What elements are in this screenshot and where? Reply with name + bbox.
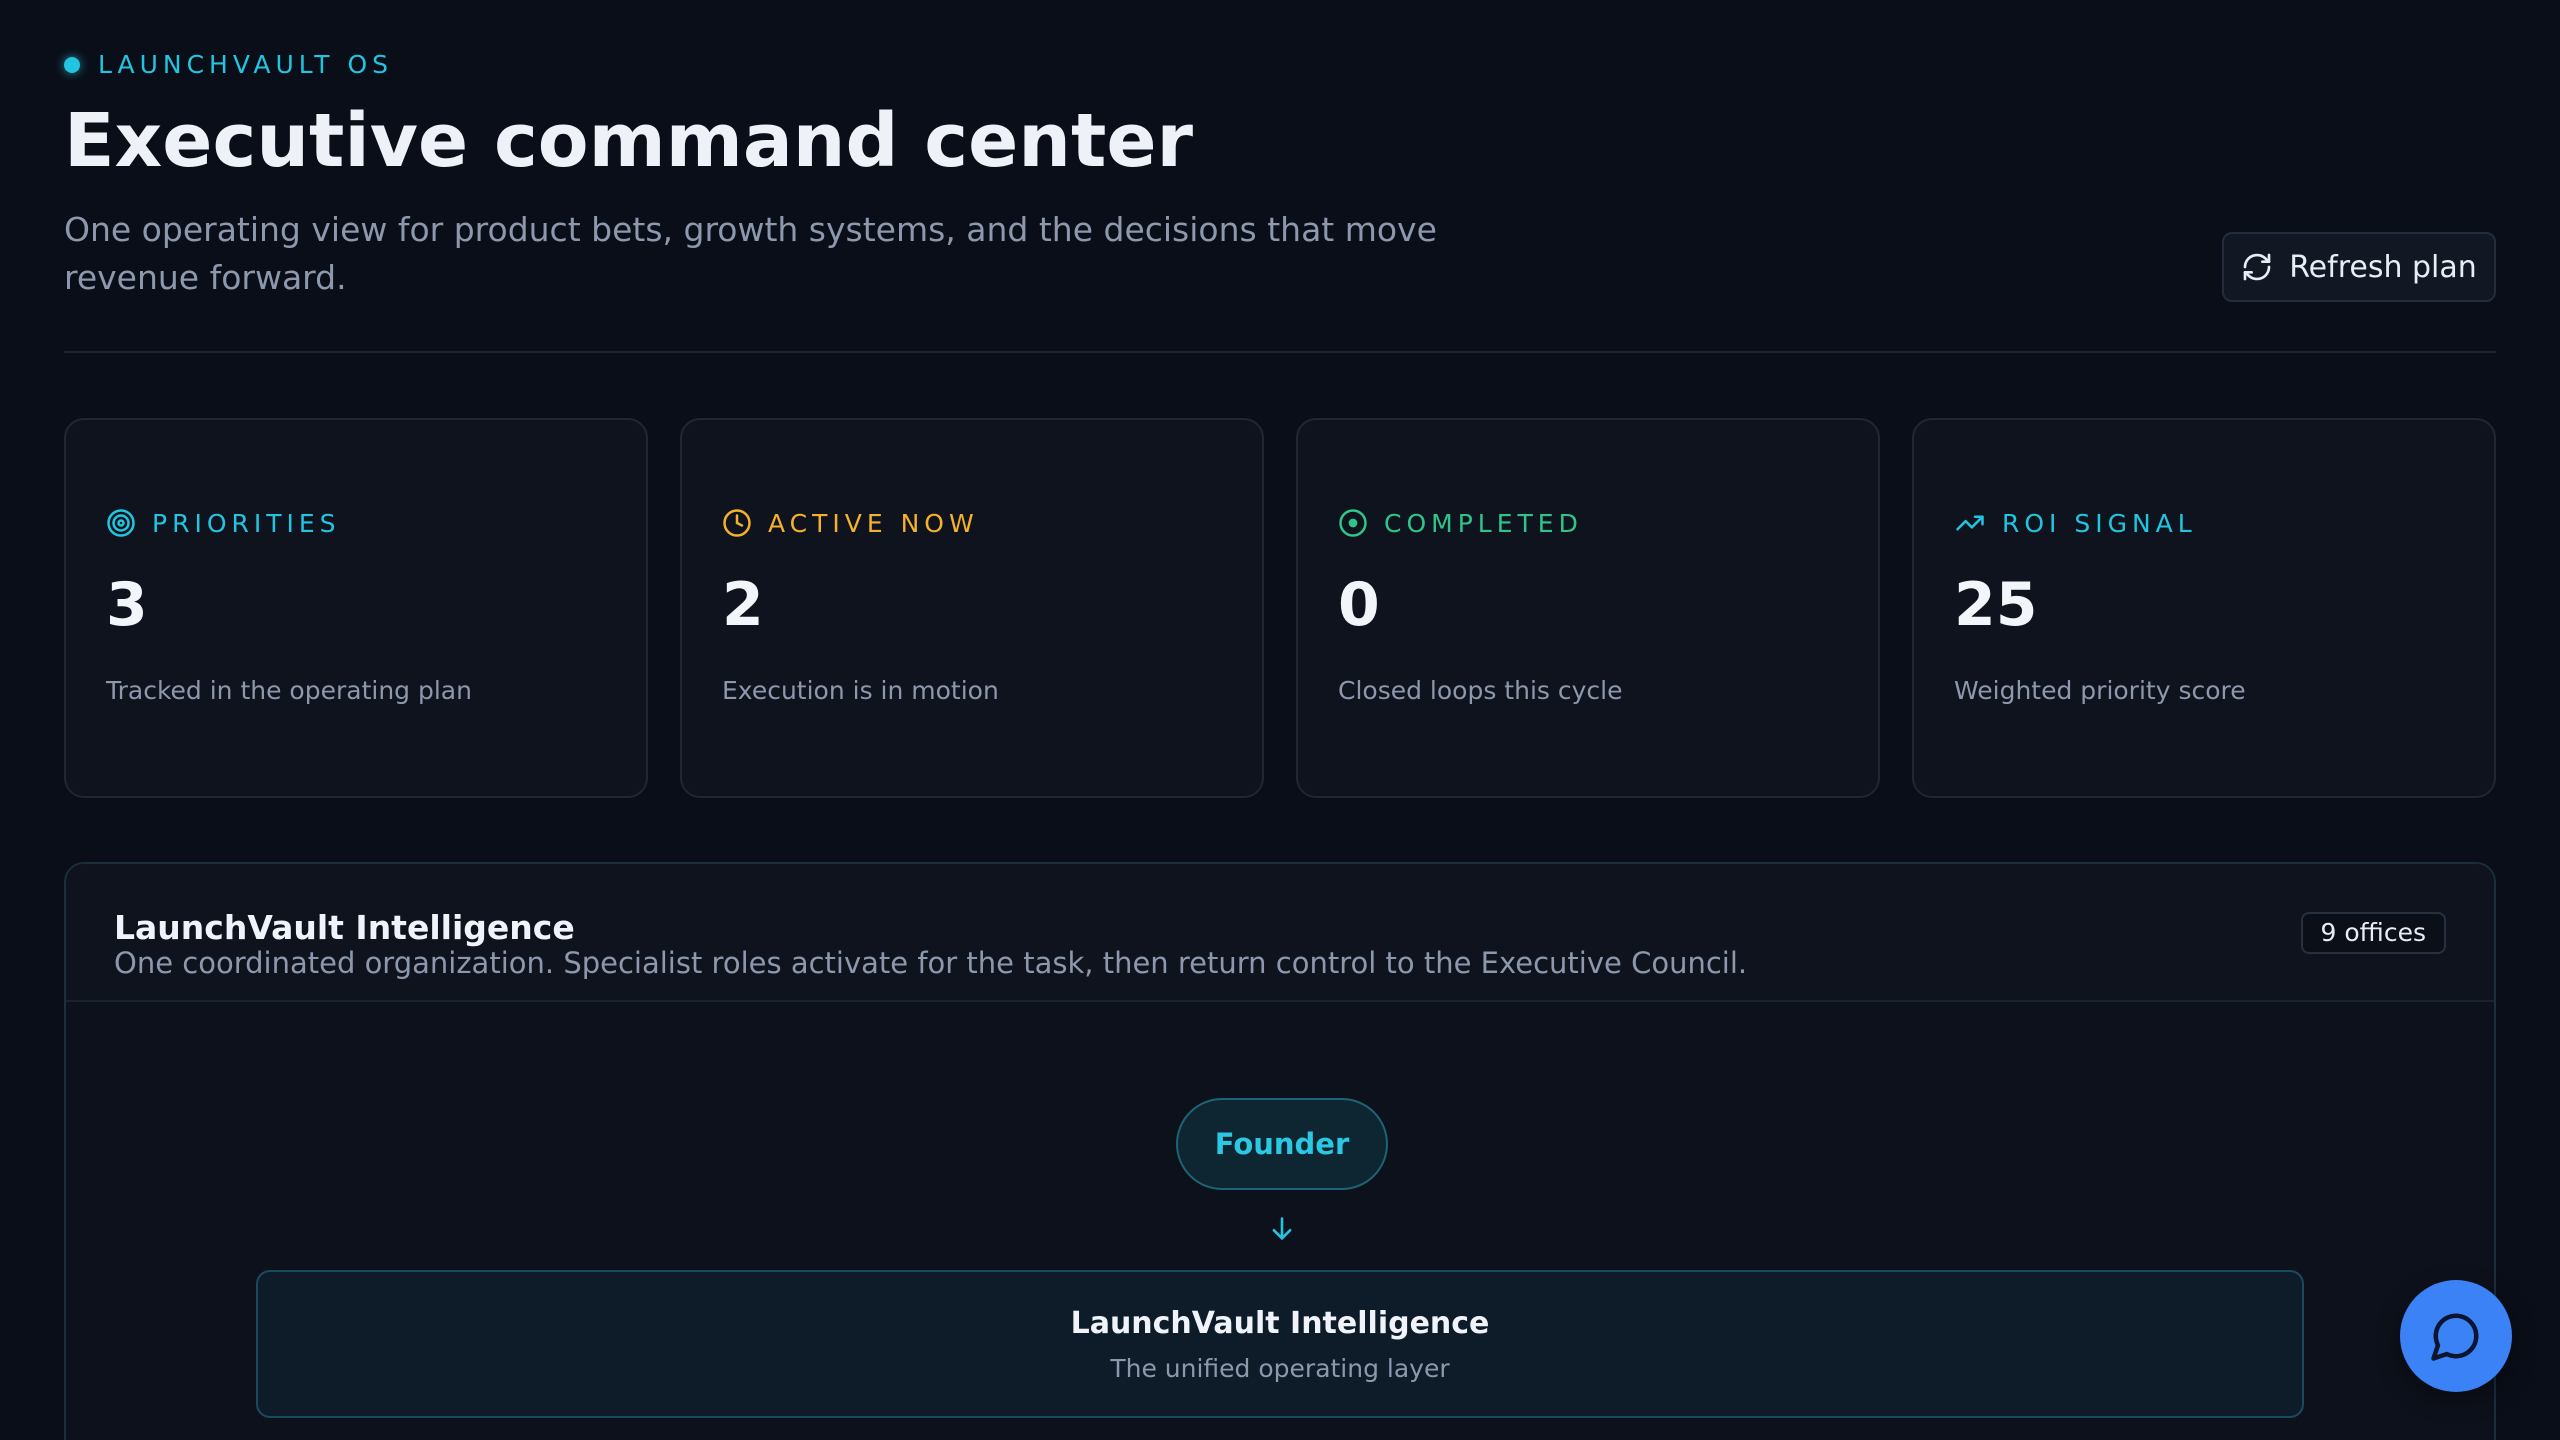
- brand-label: LAUNCHVAULT OS: [98, 50, 394, 79]
- intelligence-core-node[interactable]: LaunchVault Intelligence The unified ope…: [256, 1270, 2304, 1418]
- intelligence-core-title: LaunchVault Intelligence: [1070, 1306, 1490, 1341]
- founder-label: Founder: [1214, 1127, 1350, 1161]
- stat-label: ROI SIGNAL: [2002, 508, 2197, 538]
- stat-description: Weighted priority score: [1954, 676, 2246, 705]
- stat-card-priorities: PRIORITIES 3 Tracked in the operating pl…: [64, 418, 648, 798]
- intelligence-panel-title: LaunchVault Intelligence: [114, 908, 575, 947]
- stat-label-row: ROI SIGNAL: [1954, 508, 2197, 538]
- stat-label-row: ACTIVE NOW: [722, 508, 979, 538]
- refresh-icon: [2243, 253, 2271, 281]
- stat-label-row: COMPLETED: [1338, 508, 1583, 538]
- status-dot-icon: [64, 56, 80, 73]
- intelligence-core-subtitle: The unified operating layer: [1110, 1354, 1450, 1383]
- check-circle-icon: [1339, 509, 1367, 537]
- refresh-plan-button[interactable]: Refresh plan: [2222, 232, 2496, 302]
- stat-value: 3: [106, 570, 148, 640]
- intelligence-panel-description: One coordinated organization. Specialist…: [114, 946, 1748, 980]
- stat-label: COMPLETED: [1384, 508, 1583, 538]
- refresh-plan-label: Refresh plan: [2289, 249, 2477, 285]
- chat-button[interactable]: [2400, 1280, 2512, 1392]
- brand-eyebrow: LAUNCHVAULT OS: [64, 50, 393, 79]
- header-divider: [64, 351, 2496, 353]
- stat-description: Execution is in motion: [722, 676, 999, 705]
- intelligence-panel-header: LaunchVault Intelligence One coordinated…: [66, 864, 2494, 1002]
- page-title: Executive command center: [64, 98, 1194, 184]
- founder-node[interactable]: Founder: [1176, 1098, 1388, 1190]
- trending-up-icon: [1956, 515, 1984, 531]
- stat-card-active-now: ACTIVE NOW 2 Execution is in motion: [680, 418, 1264, 798]
- stat-value: 0: [1338, 570, 1380, 640]
- stat-label-row: PRIORITIES: [106, 508, 341, 538]
- intelligence-panel: LaunchVault Intelligence One coordinated…: [64, 862, 2496, 1440]
- stat-card-roi-signal: ROI SIGNAL 25 Weighted priority score: [1912, 418, 2496, 798]
- stats-row: PRIORITIES 3 Tracked in the operating pl…: [64, 418, 2496, 798]
- page: LAUNCHVAULT OS Executive command center …: [0, 0, 2560, 1440]
- stat-description: Tracked in the operating plan: [106, 676, 472, 705]
- arrow-down-icon: [1272, 1217, 1292, 1240]
- stat-description: Closed loops this cycle: [1338, 676, 1623, 705]
- chat-bubble-icon: [2431, 1313, 2479, 1361]
- stat-card-completed: COMPLETED 0 Closed loops this cycle: [1296, 418, 1880, 798]
- stat-value: 2: [722, 570, 764, 640]
- page-subtitle: One operating view for product bets, gro…: [64, 210, 1437, 297]
- stat-label: ACTIVE NOW: [768, 508, 979, 538]
- clock-icon: [723, 509, 751, 537]
- offices-count-badge: 9 offices: [2300, 912, 2446, 954]
- stat-value: 25: [1954, 570, 2038, 640]
- target-icon: [107, 509, 135, 537]
- stat-label: PRIORITIES: [152, 508, 341, 538]
